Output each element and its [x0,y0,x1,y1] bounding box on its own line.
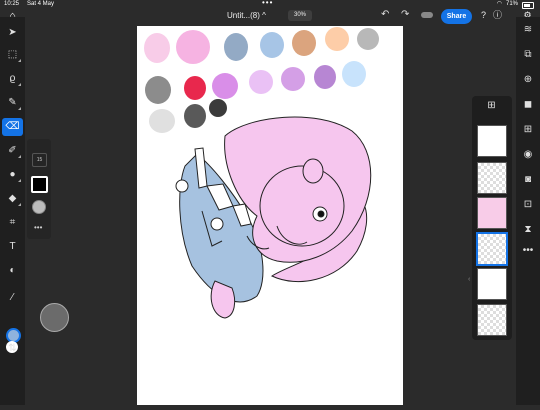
adjustments-icon[interactable]: ⧉ [521,48,535,62]
smudge-tool-icon[interactable]: ● [2,166,23,184]
brush-hardness-dot[interactable] [32,200,46,214]
layer-properties-icon[interactable]: ⧗ [521,223,535,237]
brush-tool-icon[interactable]: ✎ [2,94,23,112]
artwork [144,27,379,319]
transform-tool-icon[interactable]: ⬚ [2,46,23,64]
add-icon[interactable]: ⊞ [521,123,535,137]
shape-tool-icon[interactable]: ◐ [2,262,23,280]
redo-icon[interactable]: ↷ [401,9,409,20]
swap-colors-icon[interactable]: ⇅ [2,340,23,358]
top-bar: ⌂ Untit...(8) ^ 30% ↶ ↷ Share ? ⓘ ⚙ [0,7,540,26]
eyedropper-tool-icon[interactable]: ⁄ [2,289,23,307]
lasso-tool-icon[interactable]: ϱ [2,70,23,88]
crop-tool-icon[interactable]: ⌗ [2,214,23,232]
layer-thumbnail[interactable] [477,125,507,157]
undo-icon[interactable]: ↶ [381,9,389,20]
brush-size-field[interactable]: 15 [32,153,47,167]
zoom-level[interactable]: 30% [288,10,312,21]
tool-options-panel: 15 ••• [27,139,51,239]
right-toolbar: ≋ ⧉ ⊕ ◼ ⊞ ◉ ◙ ⊡ ⧗ ••• [516,17,540,405]
touch-shortcut-button[interactable] [40,303,69,332]
help-icon[interactable]: ? [478,10,489,21]
cloud-sync-icon[interactable] [421,12,433,18]
collapse-panel-icon[interactable]: ‹ [468,276,470,283]
clipping-mask-icon[interactable]: ⊡ [521,198,535,212]
comments-icon[interactable]: ◼ [521,98,535,112]
add-layer-icon[interactable]: ⊞ [486,100,497,111]
multitasking-dots-icon[interactable]: ••• [262,0,273,7]
share-button[interactable]: Share [441,9,472,24]
mask-icon[interactable]: ◙ [521,173,535,187]
eraser-tool-icon[interactable]: ⌫ [2,118,23,136]
layer-thumbnail[interactable] [477,197,507,229]
canvas[interactable] [137,26,403,405]
fill-tool-icon[interactable]: ◆ [2,190,23,208]
layer-thumbnail-selected[interactable] [476,232,508,266]
visibility-eye-icon[interactable]: ◉ [521,148,535,162]
layer-more-icon[interactable]: ••• [521,244,535,258]
color-palette-swatches [144,27,379,133]
info-icon[interactable]: ⓘ [492,10,503,21]
layers-icon[interactable]: ≋ [521,23,535,37]
more-options-icon[interactable]: ••• [34,223,42,232]
layers-panel: ⊞ [472,96,512,340]
left-toolbar: ➤ ⬚ ϱ ✎ ⌫ ✐ ● ◆ ⌗ T ◐ ⁄ ⇅ [0,17,25,405]
character-drawing [175,116,372,319]
brush-color-swatch[interactable] [31,176,48,193]
layer-thumbnail[interactable] [477,304,507,336]
layer-thumbnail[interactable] [477,162,507,194]
text-tool-icon[interactable]: T [2,238,23,256]
layer-thumbnail[interactable] [477,268,507,300]
pencil-tool-icon[interactable]: ✐ [2,142,23,160]
select-tool-icon[interactable]: ➤ [2,24,23,42]
add-layer-group-icon[interactable]: ⊕ [521,73,535,87]
document-title[interactable]: Untit...(8) ^ [227,11,266,20]
